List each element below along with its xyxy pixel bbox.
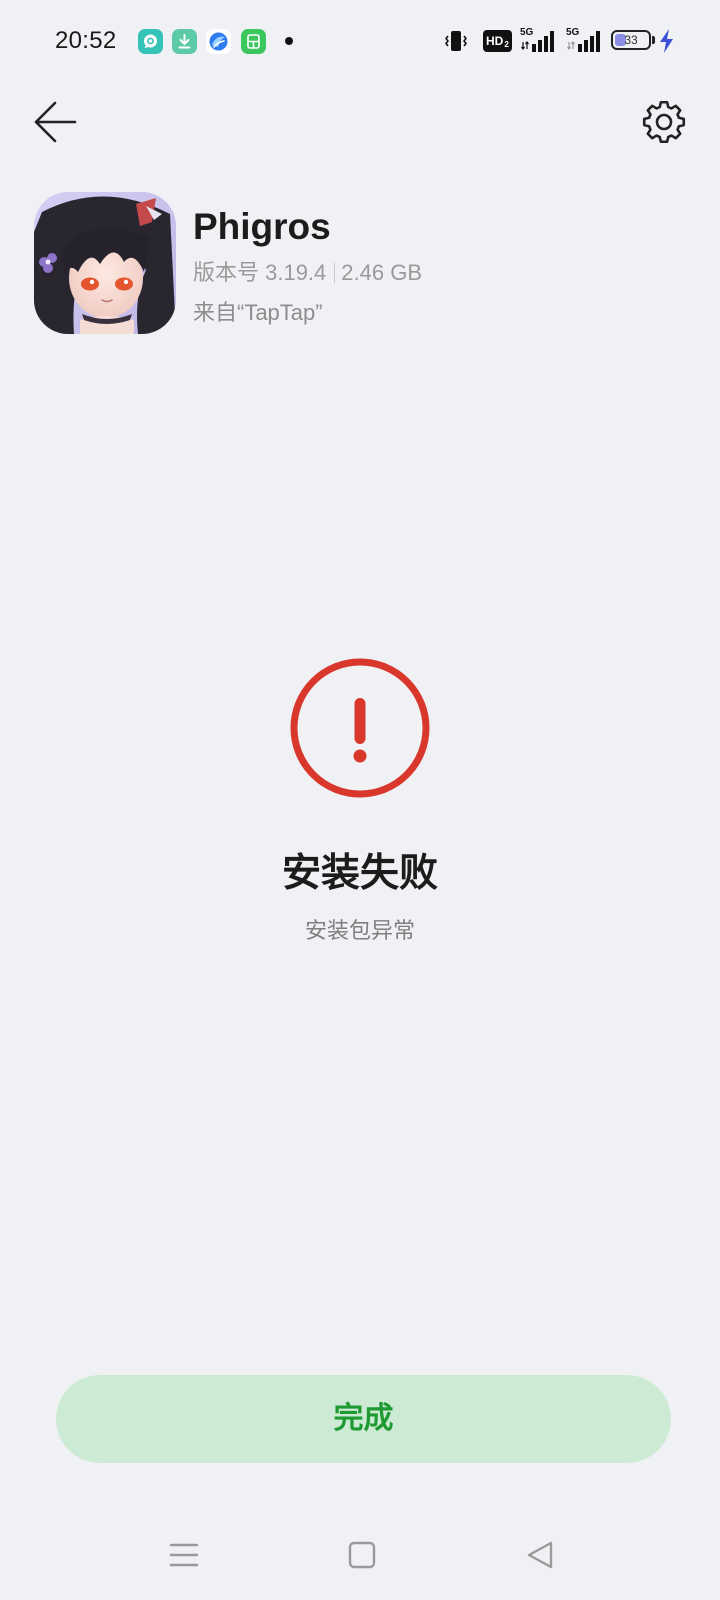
battery-icon: 33 bbox=[611, 30, 651, 50]
nav-back-button[interactable] bbox=[518, 1533, 562, 1577]
back-arrow-icon bbox=[34, 101, 77, 143]
meta-divider bbox=[334, 263, 336, 283]
app-source: 来自“TapTap” bbox=[193, 300, 323, 325]
back-triangle-icon bbox=[527, 1541, 553, 1569]
calculator-app-icon bbox=[241, 29, 266, 54]
charging-bolt-icon bbox=[659, 29, 675, 53]
browser-app-icon bbox=[206, 29, 231, 54]
hd-voice-badge: HD2 bbox=[483, 30, 512, 52]
result-message: 安装包异常 bbox=[304, 918, 415, 943]
battery-level: 33 bbox=[624, 33, 638, 47]
hd-sub: 2 bbox=[504, 40, 509, 49]
done-button[interactable]: 完成 bbox=[56, 1375, 671, 1463]
error-exclamation-icon bbox=[288, 656, 432, 800]
chat-app-icon bbox=[138, 29, 163, 54]
download-app-icon bbox=[172, 29, 197, 54]
menu-icon bbox=[169, 1543, 199, 1567]
phigros-app-icon bbox=[34, 192, 176, 334]
status-bar: 20:52 HD2 5G 5G 33 bbox=[0, 0, 720, 80]
vibrate-icon bbox=[444, 29, 468, 53]
hd-label: HD bbox=[486, 34, 504, 48]
gear-icon bbox=[642, 100, 686, 144]
nav-home-button[interactable] bbox=[340, 1533, 384, 1577]
settings-button[interactable] bbox=[640, 98, 688, 146]
more-notifications-dot bbox=[285, 37, 293, 45]
app-version: 版本号 3.19.4 bbox=[193, 260, 327, 285]
home-square-icon bbox=[348, 1541, 376, 1569]
app-name: Phigros bbox=[193, 206, 331, 247]
nav-menu-button[interactable] bbox=[162, 1533, 206, 1577]
back-button[interactable] bbox=[31, 98, 79, 146]
signal-sim2-icon: 5G bbox=[566, 27, 602, 55]
battery-cap bbox=[652, 36, 655, 44]
app-size: 2.46 GB bbox=[341, 260, 422, 285]
app-meta: 版本号 3.19.4 2.46 GB bbox=[193, 259, 422, 287]
status-time: 20:52 bbox=[55, 27, 117, 54]
result-title: 安装失败 bbox=[281, 852, 438, 895]
signal-sim1-icon: 5G bbox=[520, 27, 556, 55]
